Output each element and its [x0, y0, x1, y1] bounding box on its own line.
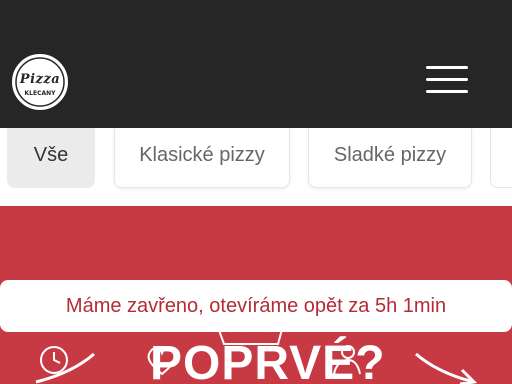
hamburger-line [426, 90, 468, 93]
promo-banner: Máme zavřeno, otevíráme opět za 5h 1min … [0, 206, 512, 384]
logo-brand-text: Pizza [19, 72, 61, 87]
closed-notice: Máme zavřeno, otevíráme opět za 5h 1min [0, 280, 512, 332]
pizza-logo[interactable]: Pizza KLECANY [10, 52, 70, 112]
category-tab-more[interactable] [490, 128, 512, 188]
hamburger-line [426, 66, 468, 69]
hamburger-menu-button[interactable] [426, 66, 470, 94]
category-tab-all[interactable]: Vše [7, 128, 95, 188]
category-bar: Vše Klasické pizzy Sladké pizzy [0, 128, 512, 206]
promo-title: POPRVÉ? [150, 337, 386, 384]
arrow-left-icon [35, 352, 95, 384]
category-tab-sweet-pizzas[interactable]: Sladké pizzy [308, 128, 472, 188]
hamburger-line [426, 78, 468, 81]
arrow-right-icon [415, 352, 478, 384]
site-header: Pizza KLECANY [0, 0, 512, 128]
logo-location-text: KLECANY [24, 90, 56, 97]
category-tab-classic-pizzas[interactable]: Klasické pizzy [114, 128, 290, 188]
